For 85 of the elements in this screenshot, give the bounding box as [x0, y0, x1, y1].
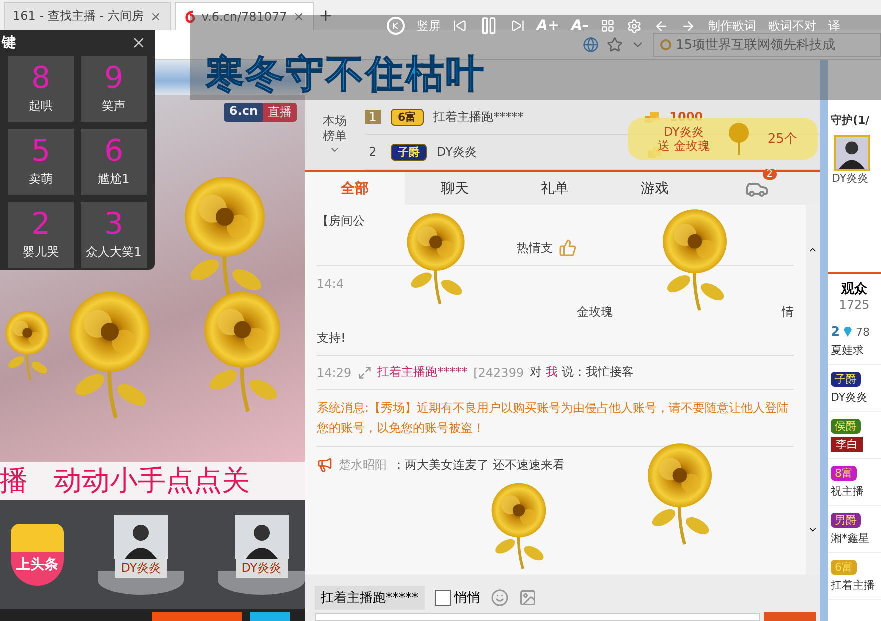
user-id: [242399: [474, 366, 524, 380]
thumbs-up-icon: [559, 239, 577, 257]
user-name: 湘*鑫星: [831, 530, 870, 546]
diamond-icon: [842, 326, 854, 338]
user-name: DY炎炎: [437, 144, 478, 160]
gift-action: 送 金玫瑰: [658, 139, 710, 153]
browser-tab[interactable]: 161 - 查找主播 - 六间房: [4, 2, 171, 30]
audience-item[interactable]: 子爵 DY炎炎: [828, 365, 881, 412]
sound-key[interactable]: 8 起哄: [8, 56, 74, 122]
browser-icon[interactable]: [583, 36, 599, 52]
audience-item[interactable]: 男爵 湘*鑫星: [828, 506, 881, 553]
user-name: DY炎炎: [831, 390, 869, 404]
image-icon[interactable]: [518, 589, 536, 607]
chat-text: 热情支: [517, 240, 553, 256]
rank-badge: 8富: [831, 466, 857, 480]
rank-badge: 子爵: [831, 372, 861, 386]
audience-count: 1725: [839, 298, 870, 312]
sound-key[interactable]: 6 尴尬1: [81, 129, 147, 195]
guard-title: 守护(1/: [831, 112, 870, 128]
message-text: 对 我 说：我忙接客: [530, 364, 634, 381]
close-tab-icon[interactable]: [150, 10, 162, 22]
panel-title: 键: [2, 34, 16, 52]
audience-title: 观众: [842, 281, 868, 298]
lyric-line: 寒冬守不住枯叶: [206, 53, 486, 95]
rank-badge: 子爵: [391, 144, 427, 160]
ring-logo-icon: [660, 38, 672, 50]
rank-badge: 6富: [831, 560, 857, 574]
gift-count: 25个: [768, 131, 798, 148]
expand-icon[interactable]: [358, 366, 372, 380]
star-icon[interactable]: [607, 36, 623, 52]
level-number: 2: [831, 324, 840, 340]
gift-name: 金玫瑰: [577, 304, 613, 320]
sound-key[interactable]: 2 婴儿哭: [8, 202, 74, 268]
checkbox-label: 悄悄: [454, 590, 480, 607]
guard-name: DY炎炎: [831, 171, 870, 186]
rank-number: 2: [368, 145, 378, 159]
level-extra: 78: [856, 326, 870, 338]
rank-score: 1000: [670, 110, 704, 124]
message-input[interactable]: [315, 613, 760, 621]
user-tag: 李白: [831, 436, 863, 452]
checkbox[interactable]: [434, 590, 450, 606]
recipient-chip[interactable]: 扛着主播跑*****: [315, 586, 424, 610]
ranking-title: 本场榜单: [322, 114, 348, 144]
rank-number: 1: [365, 110, 381, 124]
audience-item[interactable]: 8富 祝主播: [828, 459, 881, 506]
sound-key[interactable]: 5 卖萌: [8, 129, 74, 195]
chat-tab[interactable]: 聊天: [405, 172, 505, 205]
rank-badge: 6富: [391, 108, 424, 126]
ticker-text: 播: [0, 463, 28, 499]
user-name: 夏娃求: [831, 342, 865, 358]
sound-key[interactable]: 9 笑声: [81, 56, 147, 122]
message-time: 14:4: [317, 277, 344, 291]
chat-tab[interactable]: 礼单: [505, 172, 605, 205]
megaphone-icon: [317, 457, 333, 473]
room-notice: 【房间公: [317, 212, 365, 230]
user-name: 祝主播: [831, 484, 865, 498]
close-tab-icon[interactable]: [293, 10, 306, 22]
chat-tab[interactable]: 游戏: [605, 172, 705, 205]
audience-item[interactable]: 2 78 夏娃求: [828, 318, 881, 365]
chat-tab[interactable]: 全部: [305, 172, 405, 205]
pedestal-name: DY炎炎: [115, 558, 168, 578]
username-link[interactable]: 扛着主播跑*****: [378, 364, 468, 381]
user-name: 扛着主播: [831, 578, 876, 592]
headline-button[interactable]: 上头条: [11, 524, 64, 586]
audience-item[interactable]: 侯爵 李白: [828, 412, 881, 459]
settings-icon[interactable]: [627, 18, 642, 34]
previous-icon[interactable]: [453, 19, 467, 33]
ticker-text: 动动小手点点关: [54, 463, 250, 499]
message-time: 14:29: [317, 366, 352, 380]
message-text: ：两大美女连麦了 还不速速来看: [393, 456, 565, 474]
audience-item[interactable]: 6富 扛着主播: [828, 553, 881, 600]
rank-badge: 男爵: [831, 512, 861, 528]
rank-badge: 侯爵: [831, 418, 861, 434]
pedestal-name: DY炎炎: [236, 558, 288, 578]
chat-text: 情: [782, 304, 794, 320]
chat-text: 支持!: [317, 330, 346, 347]
grid-icon[interactable]: [601, 19, 616, 33]
sound-key[interactable]: 3 众人大笑1: [81, 202, 147, 268]
emoji-icon[interactable]: [490, 589, 508, 607]
gift-sender: DY炎炎: [662, 125, 705, 139]
site-logo-icon: [184, 10, 196, 24]
arrow-right-icon[interactable]: [681, 18, 696, 34]
next-icon[interactable]: [511, 19, 525, 33]
user-name: 扛着主播跑*****: [434, 108, 525, 126]
k-logo-icon[interactable]: [387, 17, 405, 35]
